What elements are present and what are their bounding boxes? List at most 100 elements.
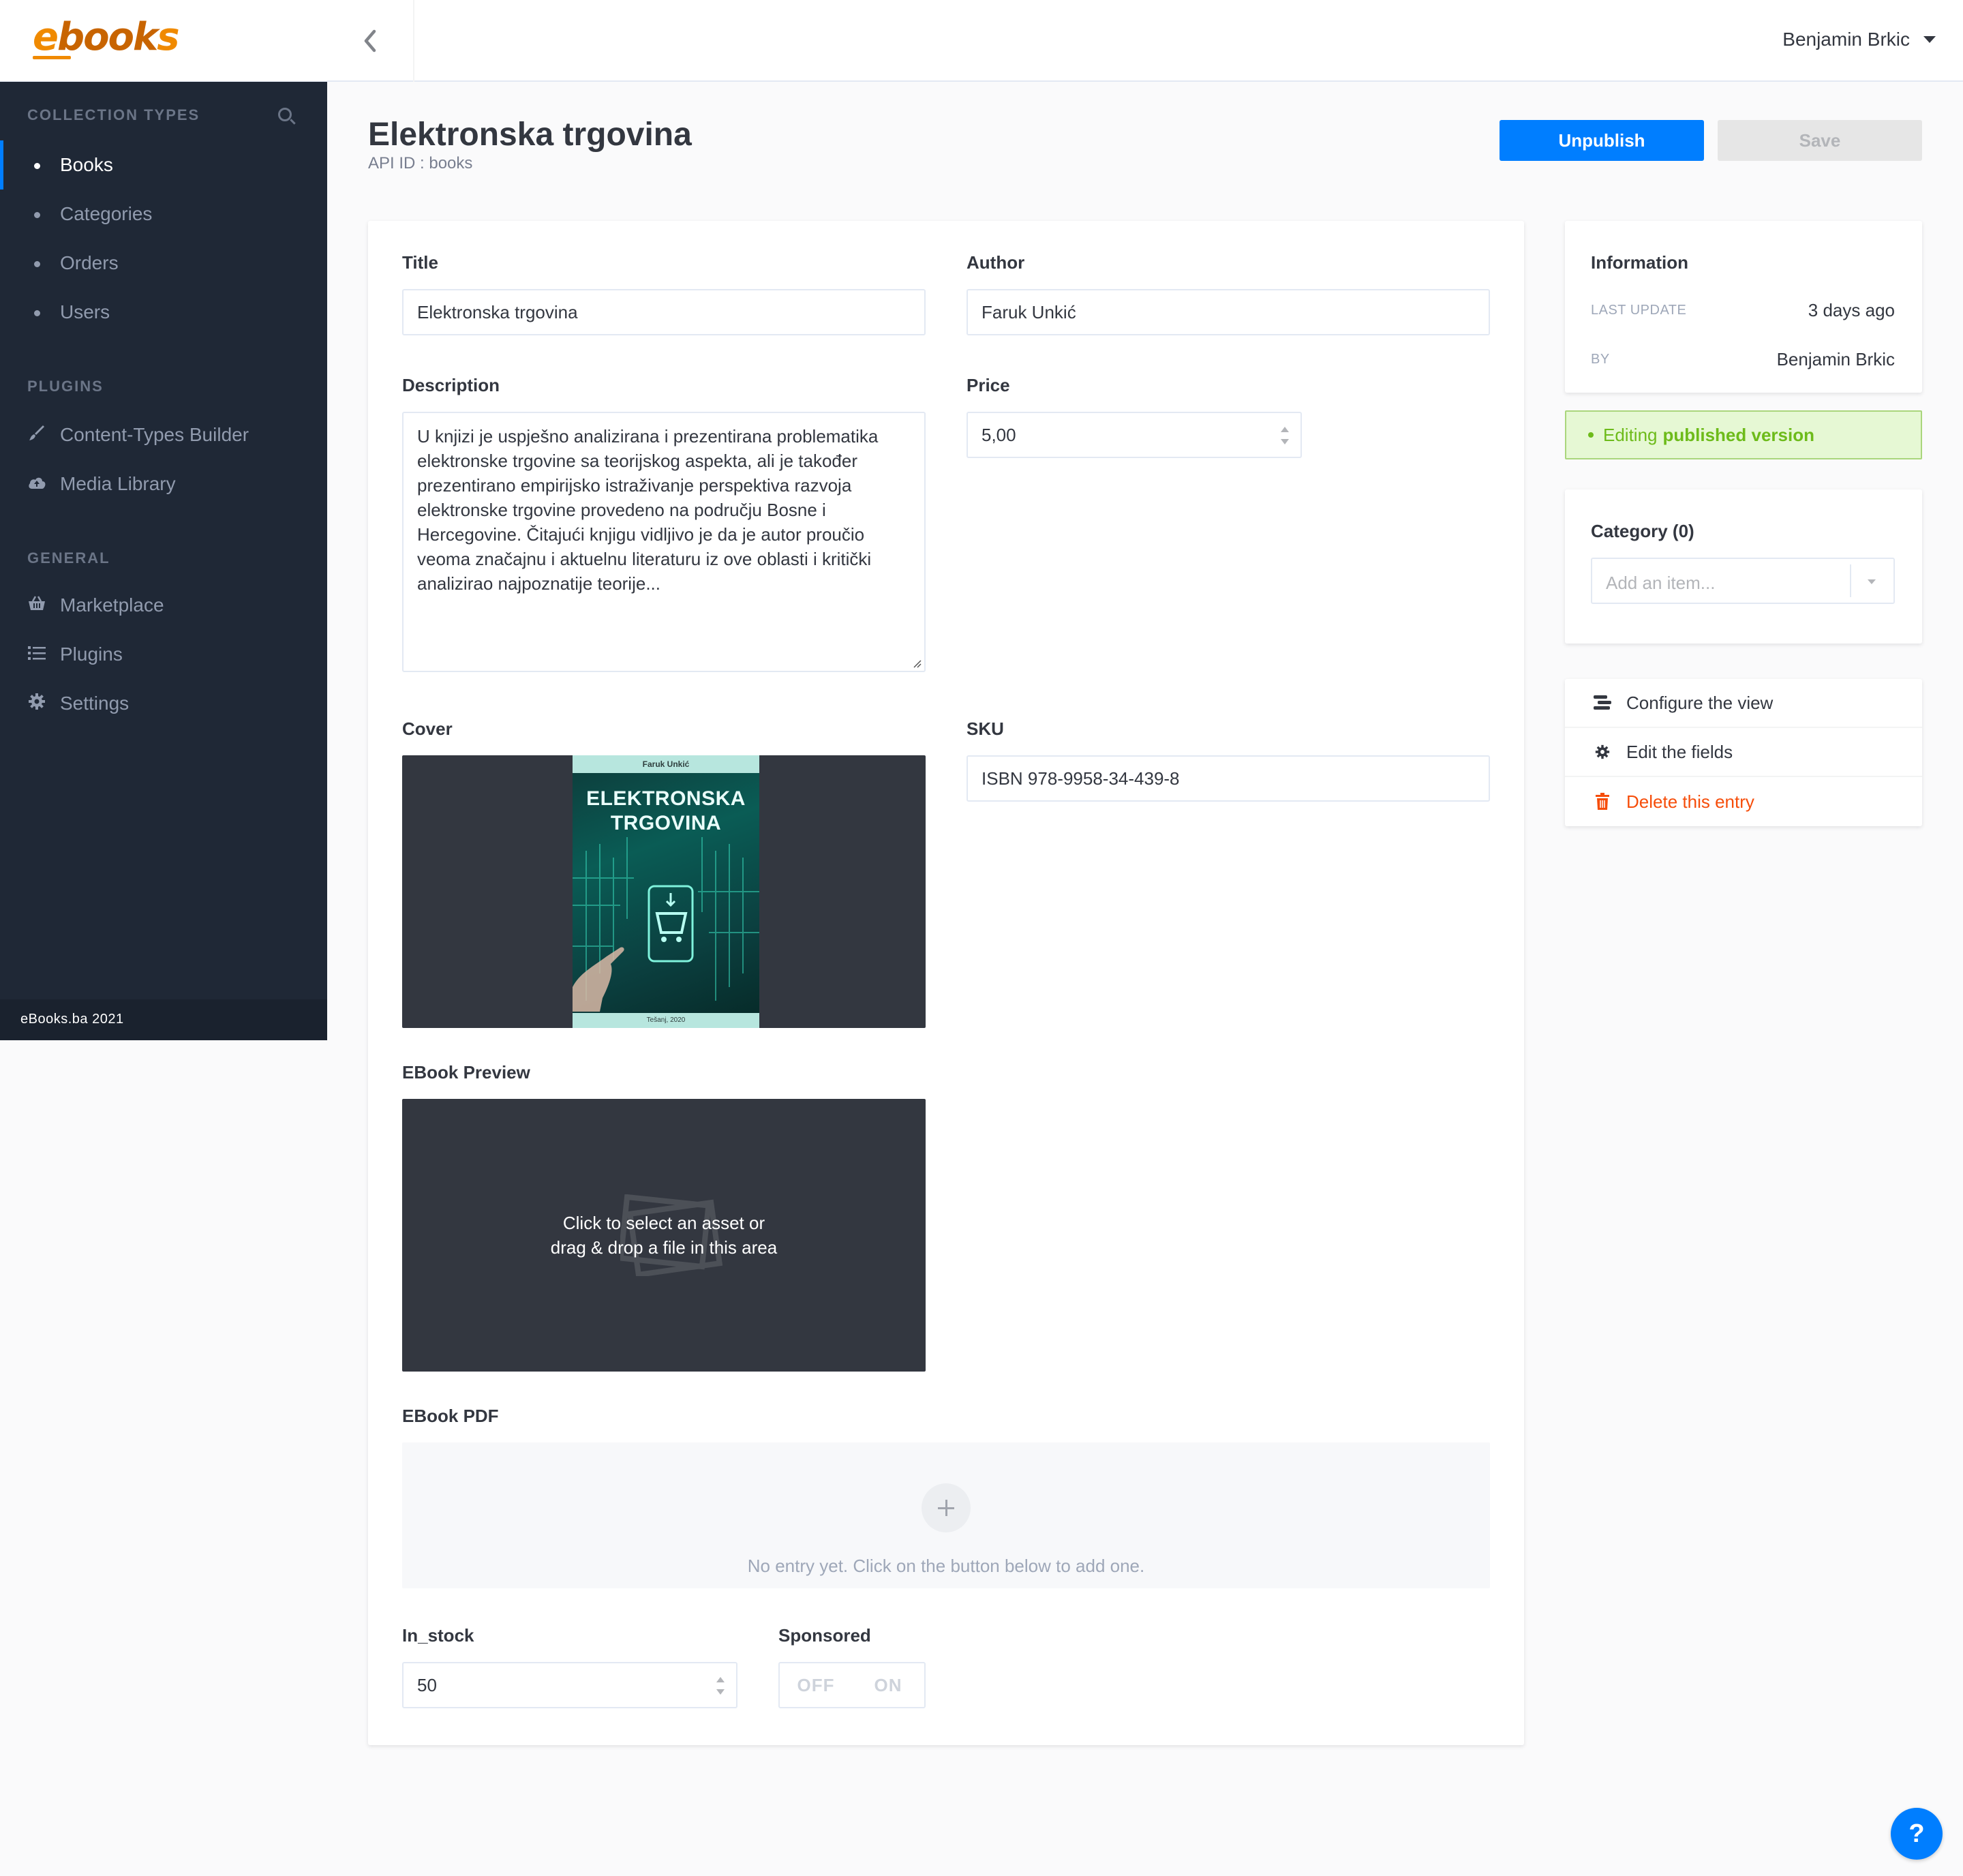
sidebar-item-label: Content-Types Builder [60, 424, 249, 445]
category-placeholder: Add an item... [1606, 573, 1716, 593]
title-label: Title [402, 252, 438, 273]
description-label: Description [402, 375, 500, 395]
sidebar-item-categories[interactable]: Categories [0, 190, 327, 239]
status-bold: published version [1662, 424, 1815, 445]
edit-fields-link[interactable]: Edit the fields [1565, 728, 1922, 777]
sku-input[interactable]: ISBN 978-9958-34-439-8 [967, 755, 1490, 802]
sidebar-item-label: Media Library [60, 473, 176, 494]
layout-icon [1594, 695, 1611, 710]
cover-art-image [573, 837, 759, 1012]
sidebar-item-users[interactable]: Users [0, 288, 327, 337]
configure-view-label: Configure the view [1626, 692, 1774, 713]
list-icon [27, 644, 46, 665]
sidebar-item-label: Marketplace [60, 594, 164, 616]
sidebar-item-content-types-builder[interactable]: Content-Types Builder [0, 410, 327, 459]
dropzone-text-line: drag & drop a file in this area [550, 1237, 778, 1258]
page-title: Elektronska trgovina [368, 117, 692, 153]
category-title: Category (0) [1591, 521, 1694, 541]
dropzone-text: Click to select an asset or drag & drop … [402, 1211, 926, 1260]
logo-area: ebooks [0, 0, 327, 82]
caret-down-icon [1923, 36, 1936, 43]
delete-entry-link[interactable]: Delete this entry [1565, 777, 1922, 826]
author-label: Author [967, 252, 1025, 273]
actions-card: Configure the view Edit the fields Delet… [1565, 679, 1922, 826]
user-menu[interactable]: Benjamin Brkic [1782, 29, 1936, 50]
bullet-icon [27, 301, 46, 323]
sidebar: ebooks COLLECTION TYPES Books Categories… [0, 0, 327, 1040]
cover-title-line: ELEKTRONSKA [586, 787, 746, 810]
description-line: elektronske trgovine sa teorijskog aspek… [417, 451, 858, 471]
dropzone-text-line: Click to select an asset or [562, 1213, 765, 1233]
ebook-pdf-label: EBook PDF [402, 1406, 499, 1426]
information-card: Information LAST UPDATE 3 days ago BY Be… [1565, 221, 1922, 393]
updated-by-key: BY [1591, 352, 1610, 367]
brush-icon [27, 424, 46, 447]
sidebar-item-marketplace[interactable]: Marketplace [0, 581, 327, 630]
toggle-off-option[interactable]: OFF [780, 1663, 852, 1707]
cover-title-line: TRGOVINA [610, 812, 722, 834]
sidebar-item-books[interactable]: Books [0, 140, 327, 190]
author-input[interactable]: Faruk Unkić [967, 289, 1490, 335]
toggle-on-option[interactable]: ON [852, 1663, 924, 1707]
bullet-icon [27, 203, 46, 225]
sku-label: SKU [967, 718, 1004, 739]
title-input[interactable]: Elektronska trgovina [402, 289, 926, 335]
empty-state-text: No entry yet. Click on the button below … [747, 1556, 1145, 1576]
category-card: Category (0) Add an item... [1565, 489, 1922, 644]
sponsored-toggle[interactable]: OFF ON [778, 1662, 926, 1708]
in-stock-label: In_stock [402, 1625, 474, 1646]
last-update-value: 3 days ago [1808, 300, 1895, 320]
unpublish-button[interactable]: Unpublish [1500, 120, 1704, 161]
cover-image: Faruk Unkić ELEKTRONSKA TRGOVINA Tešanj,… [573, 755, 759, 1028]
updated-by-value: Benjamin Brkic [1776, 349, 1895, 369]
description-textarea[interactable]: U knjizi je uspješno analizirana i preze… [402, 412, 926, 672]
price-value: 5,00 [982, 424, 1016, 445]
status-prefix: Editing [1603, 424, 1658, 445]
price-label: Price [967, 375, 1010, 395]
bullet-icon [27, 252, 46, 274]
edit-fields-label: Edit the fields [1626, 741, 1733, 762]
sponsored-label: Sponsored [778, 1625, 871, 1646]
search-icon[interactable] [278, 108, 292, 121]
sidebar-item-label: Settings [60, 693, 130, 714]
cloud-upload-icon [27, 474, 46, 495]
sidebar-item-label: Books [60, 154, 113, 175]
help-button[interactable]: ? [1891, 1808, 1943, 1860]
sidebar-item-plugins[interactable]: Plugins [0, 630, 327, 679]
description-line: analizirao najpoznatije teorije... [417, 573, 660, 594]
publish-status-badge: Editing published version [1565, 410, 1922, 459]
sidebar-item-label: Categories [60, 203, 153, 224]
api-id: API ID : books [368, 154, 473, 172]
status-dot-icon [1588, 432, 1594, 438]
sidebar-item-settings[interactable]: Settings [0, 679, 327, 728]
chevron-down-icon[interactable] [1868, 579, 1876, 584]
ebook-preview-dropzone[interactable]: Click to select an asset or drag & drop … [402, 1099, 926, 1372]
save-button[interactable]: Save [1718, 120, 1922, 161]
cover-book-title: ELEKTRONSKA TRGOVINA [573, 787, 759, 836]
description-line: prezentirano empirijsko istraživanje per… [417, 475, 852, 496]
delete-entry-label: Delete this entry [1626, 791, 1754, 812]
price-input[interactable]: 5,00 [967, 412, 1302, 458]
top-bar: Benjamin Brkic [327, 0, 1963, 82]
gear-icon [1594, 744, 1611, 759]
number-stepper-icon[interactable] [716, 1677, 725, 1695]
cover-book-author: Faruk Unkić [573, 755, 759, 773]
sidebar-item-media-library[interactable]: Media Library [0, 459, 327, 509]
app-logo[interactable]: ebooks [33, 15, 180, 59]
cover-media-field[interactable]: Faruk Unkić ELEKTRONSKA TRGOVINA Tešanj,… [402, 755, 926, 1028]
sidebar-footer: eBooks.ba 2021 [0, 999, 327, 1040]
resize-handle-icon[interactable] [912, 659, 922, 668]
in-stock-input[interactable]: 50 [402, 1662, 737, 1708]
number-stepper-icon[interactable] [1280, 427, 1290, 444]
select-separator [1850, 564, 1851, 597]
configure-view-link[interactable]: Configure the view [1565, 679, 1922, 728]
cover-label: Cover [402, 718, 453, 739]
description-line: Hercegovine. Čitajući knjigu vidljivo je… [417, 524, 865, 545]
sidebar-item-orders[interactable]: Orders [0, 239, 327, 288]
add-entry-plus-icon[interactable] [922, 1483, 971, 1532]
sidebar-item-label: Users [60, 301, 110, 322]
back-button[interactable] [327, 0, 414, 82]
chevron-left-icon [364, 29, 376, 52]
category-select[interactable]: Add an item... [1591, 558, 1895, 604]
sidebar-item-label: Plugins [60, 644, 123, 665]
